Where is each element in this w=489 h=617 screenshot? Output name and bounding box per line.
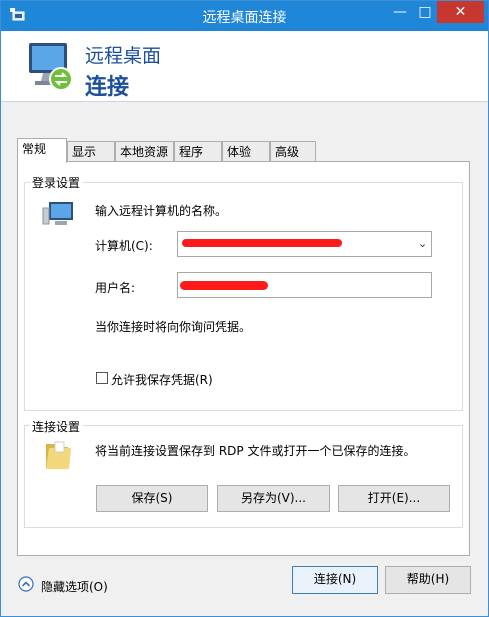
banner-title-line1: 远程桌面 (85, 45, 162, 67)
collapse-options-icon[interactable] (18, 576, 34, 592)
save-credentials-checkbox[interactable] (96, 372, 108, 384)
redaction-mark (180, 281, 268, 290)
tab-programs[interactable]: 程序 (174, 141, 222, 161)
chevron-down-icon[interactable]: ⌄ (418, 237, 427, 250)
save-as-button[interactable]: 另存为(V)... (217, 485, 330, 512)
username-field[interactable] (177, 272, 432, 298)
tab-local-resources[interactable]: 本地资源 (115, 141, 174, 161)
close-button[interactable]: ✕ (437, 1, 484, 23)
tab-general[interactable]: 常规 (17, 138, 67, 163)
computer-label: 计算机(C): (95, 239, 153, 253)
credentials-prompt-text: 当你连接时将向你询问凭据。 (95, 320, 252, 334)
login-settings-title: 登录设置 (30, 174, 83, 191)
connection-settings-group (24, 425, 463, 528)
connection-settings-title: 连接设置 (30, 418, 83, 435)
computer-instruction: 输入远程计算机的名称。 (95, 204, 228, 218)
folder-icon (46, 441, 71, 469)
title-bar[interactable]: 远程桌面连接 — □ ✕ (1, 1, 488, 31)
connect-button[interactable]: 连接(N) (292, 566, 378, 594)
general-tab-panel: 登录设置 输入远程计算机的名称。 计算机(C): ⌄ 用户名: 当你连接时将向你… (17, 161, 470, 556)
connection-settings-description: 将当前连接设置保存到 RDP 文件或打开一个已保存的连接。 (95, 444, 416, 458)
help-button[interactable]: 帮助(H) (385, 566, 471, 594)
banner: 远程桌面 连接 (1, 31, 488, 102)
username-label: 用户名: (95, 281, 136, 295)
rdp-window: 远程桌面连接 — □ ✕ 远程桌面 连接 常规 显示 本地资源 程序 体验 高级… (0, 0, 489, 617)
tab-display[interactable]: 显示 (67, 141, 115, 161)
tab-experience[interactable]: 体验 (222, 141, 270, 161)
hide-options-link[interactable]: 隐藏选项(O) (41, 578, 108, 595)
redaction-mark (182, 239, 342, 247)
banner-title-line2: 连接 (85, 75, 130, 100)
computer-combobox[interactable]: ⌄ (177, 231, 432, 257)
remote-desktop-logo-icon (29, 43, 73, 91)
tab-advanced[interactable]: 高级 (270, 141, 316, 161)
save-button[interactable]: 保存(S) (96, 485, 208, 512)
computer-icon (42, 202, 73, 225)
save-credentials-label[interactable]: 允许我保存凭据(R) (111, 371, 213, 388)
open-button[interactable]: 打开(E)... (338, 485, 450, 512)
maximize-button[interactable]: □ (413, 1, 437, 23)
minimize-button[interactable]: — (387, 1, 413, 23)
